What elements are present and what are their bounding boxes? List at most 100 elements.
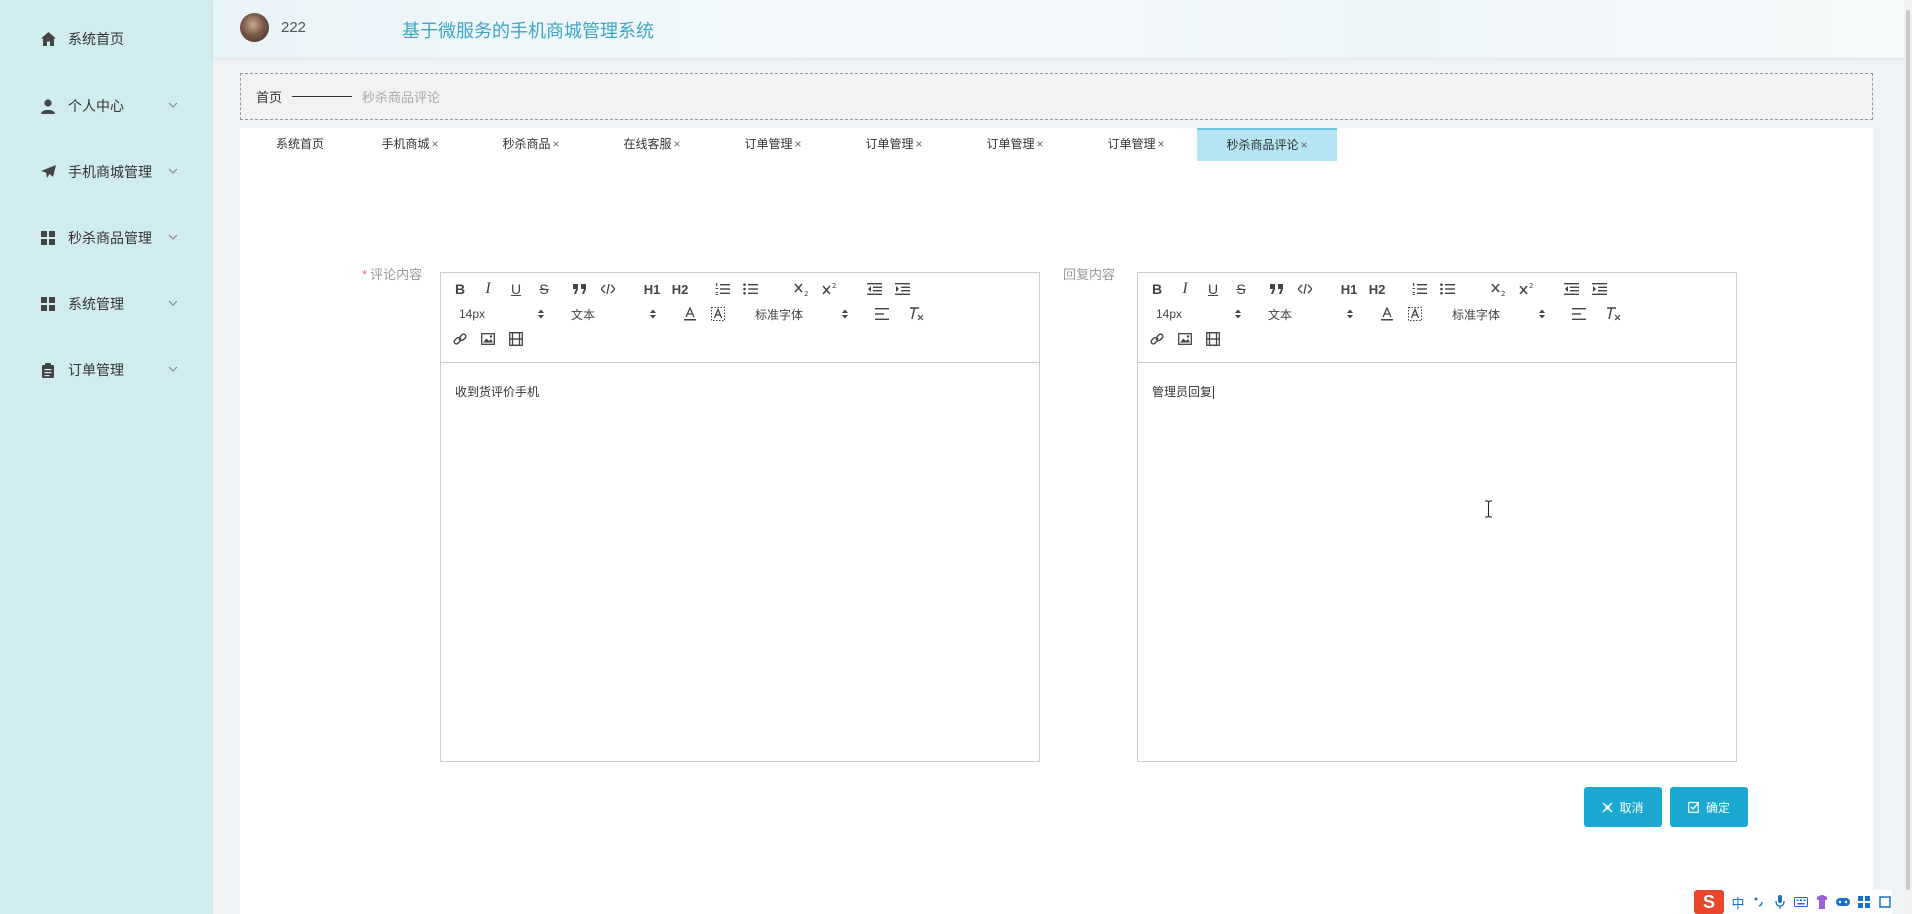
font-size-select[interactable]: 14px <box>1156 305 1242 323</box>
font-color-icon[interactable] <box>681 305 699 323</box>
sidebar-item-personal-center[interactable]: 个人中心 <box>0 81 213 131</box>
bold-button[interactable]: B <box>451 280 469 298</box>
video-icon[interactable] <box>507 330 525 348</box>
font-size-select[interactable]: 14px <box>459 305 545 323</box>
header-select[interactable]: 文本 <box>571 305 657 323</box>
gamepad-icon[interactable] <box>1836 894 1850 910</box>
cancel-button[interactable]: 取消 <box>1584 787 1662 827</box>
comment-content-label: * 评论内容 <box>362 264 422 283</box>
background-color-icon[interactable] <box>709 305 727 323</box>
background-color-icon[interactable] <box>1406 305 1424 323</box>
svg-text:2: 2 <box>1501 290 1505 296</box>
video-icon[interactable] <box>1204 330 1222 348</box>
sidebar-item-order-management[interactable]: 订单管理 <box>0 345 213 395</box>
header-select[interactable]: 文本 <box>1268 305 1354 323</box>
tab-online-service[interactable]: 在线客服 × <box>592 128 712 161</box>
reply-content[interactable]: 管理员回复 <box>1152 383 1215 400</box>
ime-logo-icon[interactable]: S <box>1694 890 1724 914</box>
underline-button[interactable]: U <box>1204 280 1222 298</box>
close-icon[interactable]: × <box>1158 137 1165 151</box>
keyboard-icon[interactable] <box>1794 894 1808 910</box>
bold-button[interactable]: B <box>1148 280 1166 298</box>
strikethrough-button[interactable]: S <box>535 280 553 298</box>
sidebar-item-system-management[interactable]: 系统管理 <box>0 279 213 329</box>
subscript-icon[interactable]: 2 <box>1490 280 1508 298</box>
close-icon[interactable]: × <box>916 137 923 151</box>
close-icon[interactable]: × <box>674 137 681 151</box>
skin-icon[interactable] <box>1815 894 1829 910</box>
blockquote-icon[interactable] <box>1268 280 1286 298</box>
toolbox-icon[interactable] <box>1857 894 1871 910</box>
indent-icon[interactable] <box>1590 280 1608 298</box>
image-icon[interactable] <box>479 330 497 348</box>
avatar[interactable] <box>240 13 269 42</box>
tab-order-management[interactable]: 订单管理 × <box>1076 128 1196 161</box>
grid-icon <box>40 230 56 246</box>
tab-flash-sale-comment[interactable]: 秒杀商品评论 × <box>1197 128 1337 161</box>
indent-icon[interactable] <box>893 280 911 298</box>
edit-check-icon <box>1688 801 1700 813</box>
italic-button[interactable]: I <box>1176 280 1194 298</box>
select-arrows-icon <box>1235 309 1241 319</box>
outdent-icon[interactable] <box>1562 280 1580 298</box>
tab-order-management[interactable]: 订单管理 × <box>955 128 1075 161</box>
superscript-icon[interactable]: 2 <box>1518 280 1536 298</box>
align-icon[interactable] <box>873 305 891 323</box>
scrollbar-thumb[interactable] <box>1906 10 1910 890</box>
tab-label: 订单管理 <box>744 137 793 151</box>
close-icon[interactable]: × <box>553 137 560 151</box>
tab-mall[interactable]: 手机商城 × <box>350 128 470 161</box>
code-block-icon[interactable] <box>599 280 617 298</box>
bullet-list-icon[interactable] <box>1438 280 1456 298</box>
code-block-icon[interactable] <box>1296 280 1314 298</box>
subscript-icon[interactable]: 2 <box>793 280 811 298</box>
sidebar-item-mall-management[interactable]: 手机商城管理 <box>0 147 213 197</box>
send-icon <box>40 164 56 180</box>
ordered-list-icon[interactable] <box>1410 280 1428 298</box>
ime-mode[interactable]: 中 <box>1731 894 1745 911</box>
h2-button[interactable]: H2 <box>669 280 691 298</box>
more-icon[interactable] <box>1878 894 1892 910</box>
close-icon[interactable]: × <box>795 137 802 151</box>
link-icon[interactable] <box>451 330 469 348</box>
superscript-icon[interactable]: 2 <box>821 280 839 298</box>
underline-button[interactable]: U <box>507 280 525 298</box>
comment-content[interactable]: 收到货评价手机 <box>455 383 539 400</box>
close-icon[interactable]: × <box>1037 137 1044 151</box>
align-icon[interactable] <box>1570 305 1588 323</box>
sidebar-item-home[interactable]: 系统首页 <box>0 14 213 64</box>
tab-system-home[interactable]: 系统首页 <box>250 128 350 161</box>
select-arrows-icon <box>1347 309 1353 319</box>
strikethrough-button[interactable]: S <box>1232 280 1250 298</box>
blockquote-icon[interactable] <box>571 280 589 298</box>
image-icon[interactable] <box>1176 330 1194 348</box>
tab-order-management[interactable]: 订单管理 × <box>713 128 833 161</box>
ordered-list-icon[interactable] <box>713 280 731 298</box>
punctuation-icon[interactable] <box>1752 894 1766 910</box>
microphone-icon[interactable] <box>1773 894 1787 910</box>
chevron-down-icon <box>168 168 178 174</box>
clear-format-icon[interactable] <box>907 305 925 323</box>
cancel-label: 取消 <box>1619 800 1644 815</box>
text-caret <box>1213 386 1215 400</box>
h2-button[interactable]: H2 <box>1366 280 1388 298</box>
close-icon[interactable]: × <box>1301 138 1308 152</box>
breadcrumb-home[interactable]: 首页 <box>256 87 282 106</box>
tab-label: 秒杀商品 <box>502 137 551 151</box>
clear-format-icon[interactable] <box>1604 305 1622 323</box>
font-color-icon[interactable] <box>1378 305 1396 323</box>
reply-content-text: 管理员回复 <box>1152 385 1213 399</box>
close-icon[interactable]: × <box>432 137 439 151</box>
font-family-select[interactable]: 标准字体 <box>1452 305 1548 323</box>
bullet-list-icon[interactable] <box>741 280 759 298</box>
h1-button[interactable]: H1 <box>641 280 663 298</box>
tab-flash-sale[interactable]: 秒杀商品 × <box>471 128 591 161</box>
link-icon[interactable] <box>1148 330 1166 348</box>
outdent-icon[interactable] <box>865 280 883 298</box>
font-family-select[interactable]: 标准字体 <box>755 305 851 323</box>
tab-order-management[interactable]: 订单管理 × <box>834 128 954 161</box>
sidebar-item-flash-sale-management[interactable]: 秒杀商品管理 <box>0 213 213 263</box>
italic-button[interactable]: I <box>479 280 497 298</box>
confirm-button[interactable]: 确定 <box>1670 787 1748 827</box>
h1-button[interactable]: H1 <box>1338 280 1360 298</box>
